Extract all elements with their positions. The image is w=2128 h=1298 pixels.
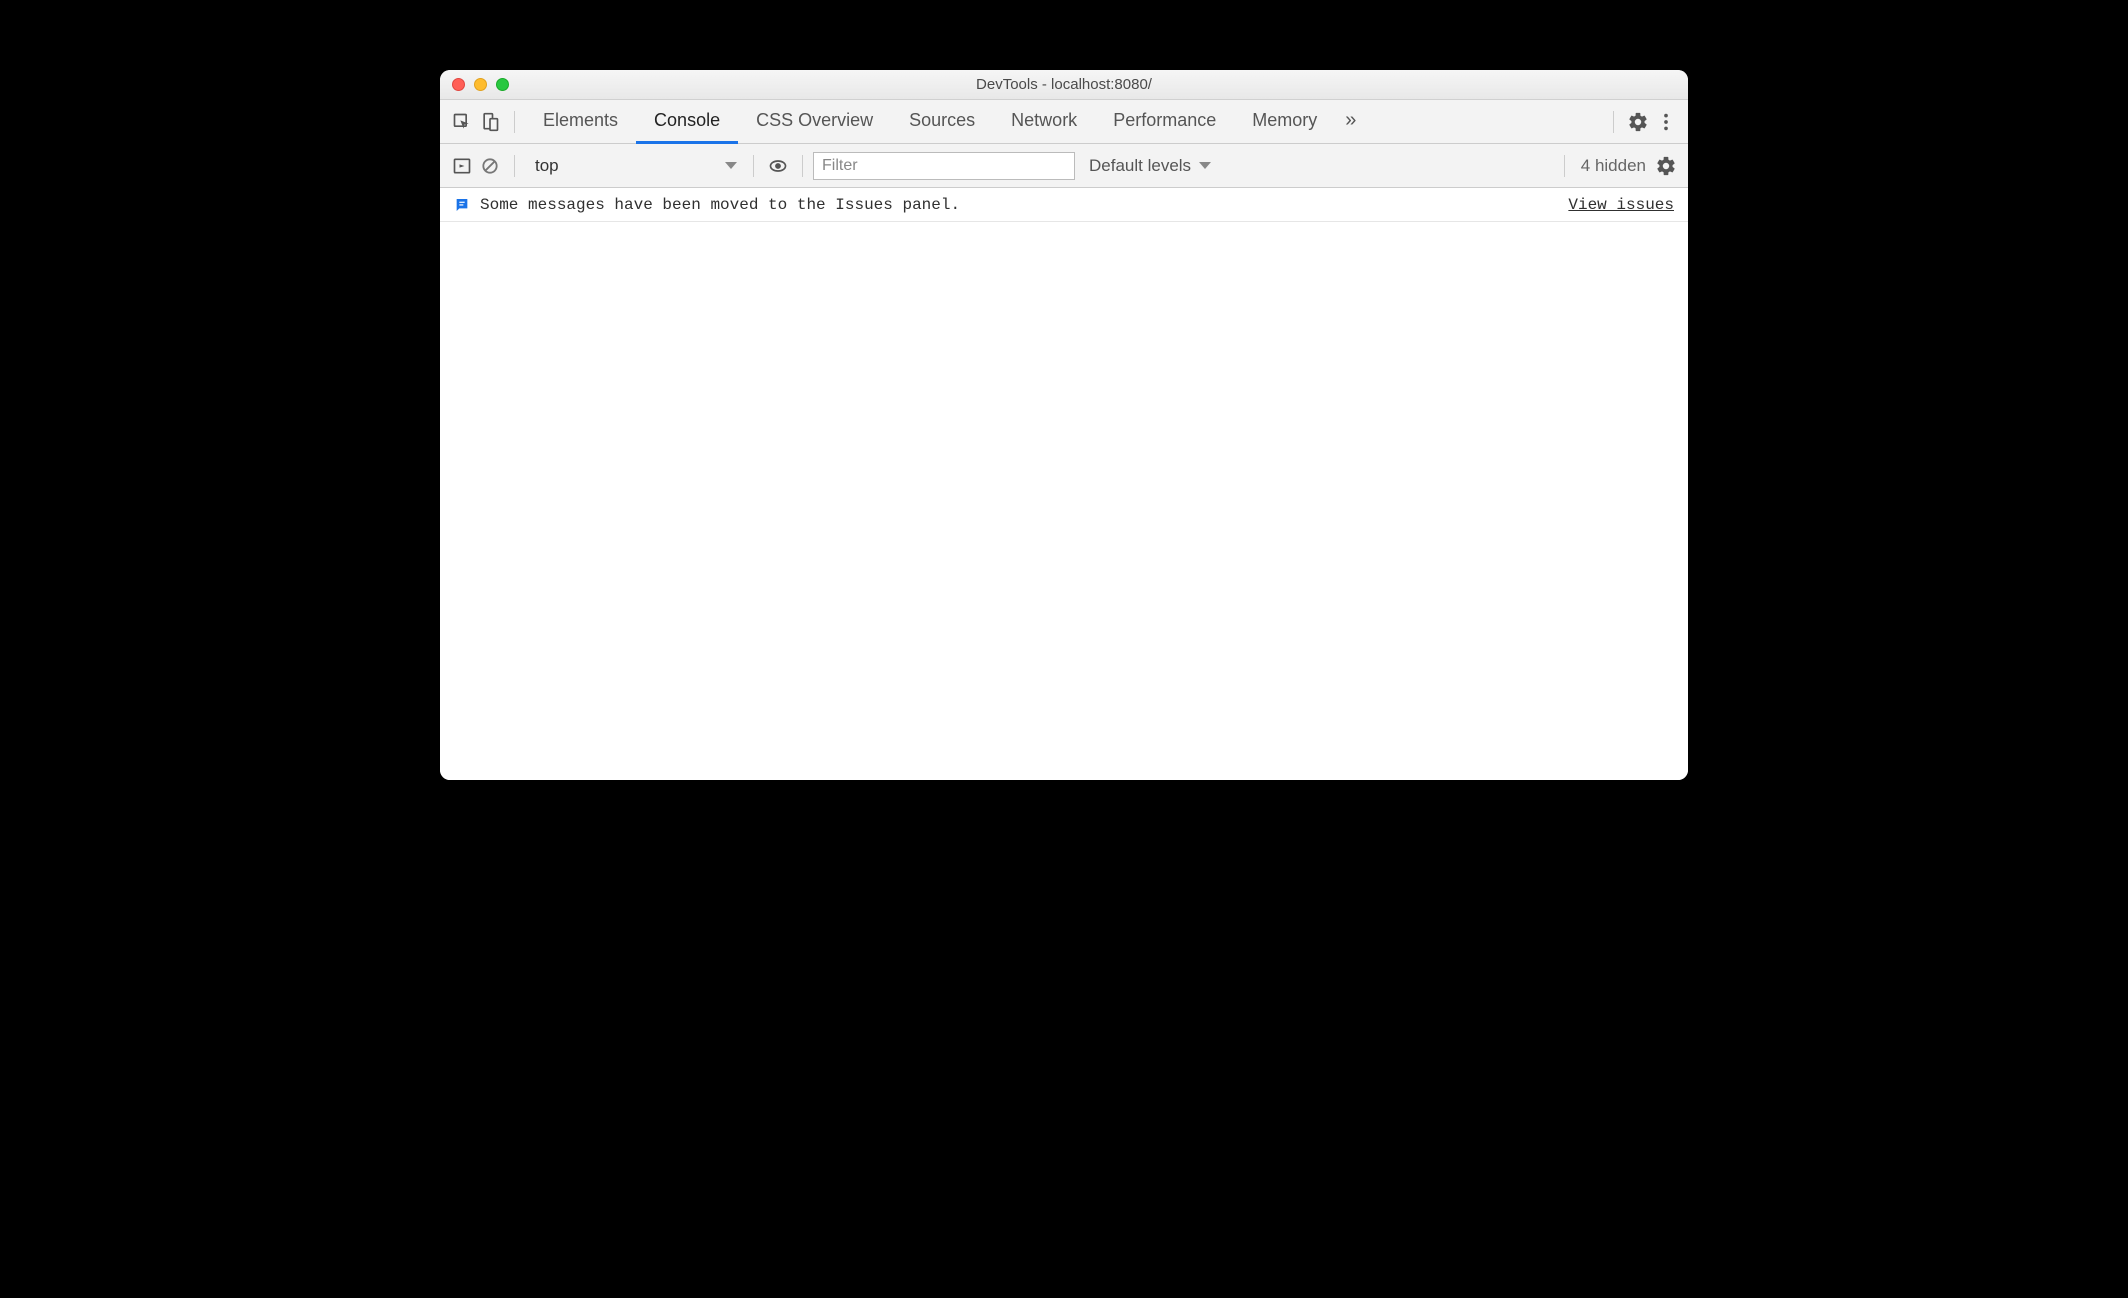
tab-sources[interactable]: Sources <box>891 100 993 144</box>
separator <box>802 155 803 177</box>
tab-label: Elements <box>543 110 618 131</box>
tab-label: Sources <box>909 110 975 131</box>
tabs-overflow-button[interactable]: » <box>1335 100 1366 144</box>
context-label: top <box>535 156 559 176</box>
tab-memory[interactable]: Memory <box>1234 100 1335 144</box>
settings-icon[interactable] <box>1624 108 1652 136</box>
separator <box>1613 111 1614 133</box>
issues-notice-row: Some messages have been moved to the Iss… <box>440 188 1688 222</box>
tab-network[interactable]: Network <box>993 100 1095 144</box>
chevron-down-icon <box>725 162 737 169</box>
issues-icon <box>454 197 470 213</box>
tab-elements[interactable]: Elements <box>525 100 636 144</box>
console-settings-icon[interactable] <box>1652 152 1680 180</box>
main-tabbar: Elements Console CSS Overview Sources Ne… <box>440 100 1688 144</box>
titlebar: DevTools - localhost:8080/ <box>440 70 1688 100</box>
levels-label: Default levels <box>1089 156 1191 176</box>
console-toolbar: top Default levels 4 hidden <box>440 144 1688 188</box>
separator <box>514 111 515 133</box>
tabbar-right <box>1603 108 1680 136</box>
separator <box>1564 155 1565 177</box>
chevron-down-icon <box>1199 162 1211 169</box>
clear-console-icon[interactable] <box>476 152 504 180</box>
inspect-element-icon[interactable] <box>448 108 476 136</box>
tab-css-overview[interactable]: CSS Overview <box>738 100 891 144</box>
issues-notice-text: Some messages have been moved to the Iss… <box>480 196 960 214</box>
tab-performance[interactable]: Performance <box>1095 100 1234 144</box>
execution-context-selector[interactable]: top <box>525 151 743 181</box>
hidden-messages-count[interactable]: 4 hidden <box>1581 156 1646 176</box>
separator <box>753 155 754 177</box>
filter-input[interactable] <box>813 152 1075 180</box>
separator <box>514 155 515 177</box>
toolbar-right: 4 hidden <box>1554 152 1680 180</box>
tab-label: Memory <box>1252 110 1317 131</box>
tabs-container: Elements Console CSS Overview Sources Ne… <box>525 100 1603 144</box>
more-tabs-icon: » <box>1345 109 1356 132</box>
tab-label: Performance <box>1113 110 1216 131</box>
live-expression-icon[interactable] <box>764 152 792 180</box>
log-levels-selector[interactable]: Default levels <box>1089 156 1211 176</box>
view-issues-link[interactable]: View issues <box>1568 196 1674 214</box>
tab-label: CSS Overview <box>756 110 873 131</box>
tab-label: Console <box>654 110 720 131</box>
window-title: DevTools - localhost:8080/ <box>440 76 1688 93</box>
tab-label: Network <box>1011 110 1077 131</box>
console-output-area[interactable] <box>440 222 1688 780</box>
more-options-icon[interactable] <box>1652 108 1680 136</box>
devtools-window: DevTools - localhost:8080/ Elements Cons… <box>440 70 1688 780</box>
toggle-sidebar-icon[interactable] <box>448 152 476 180</box>
tab-console[interactable]: Console <box>636 100 738 144</box>
device-toolbar-icon[interactable] <box>476 108 504 136</box>
